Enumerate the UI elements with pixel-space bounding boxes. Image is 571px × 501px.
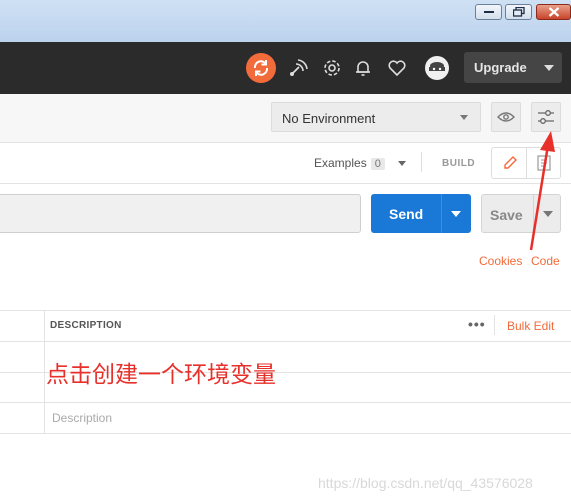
watermark: https://blog.csdn.net/qq_43576028 — [318, 475, 533, 491]
annotation-arrow — [529, 131, 555, 251]
